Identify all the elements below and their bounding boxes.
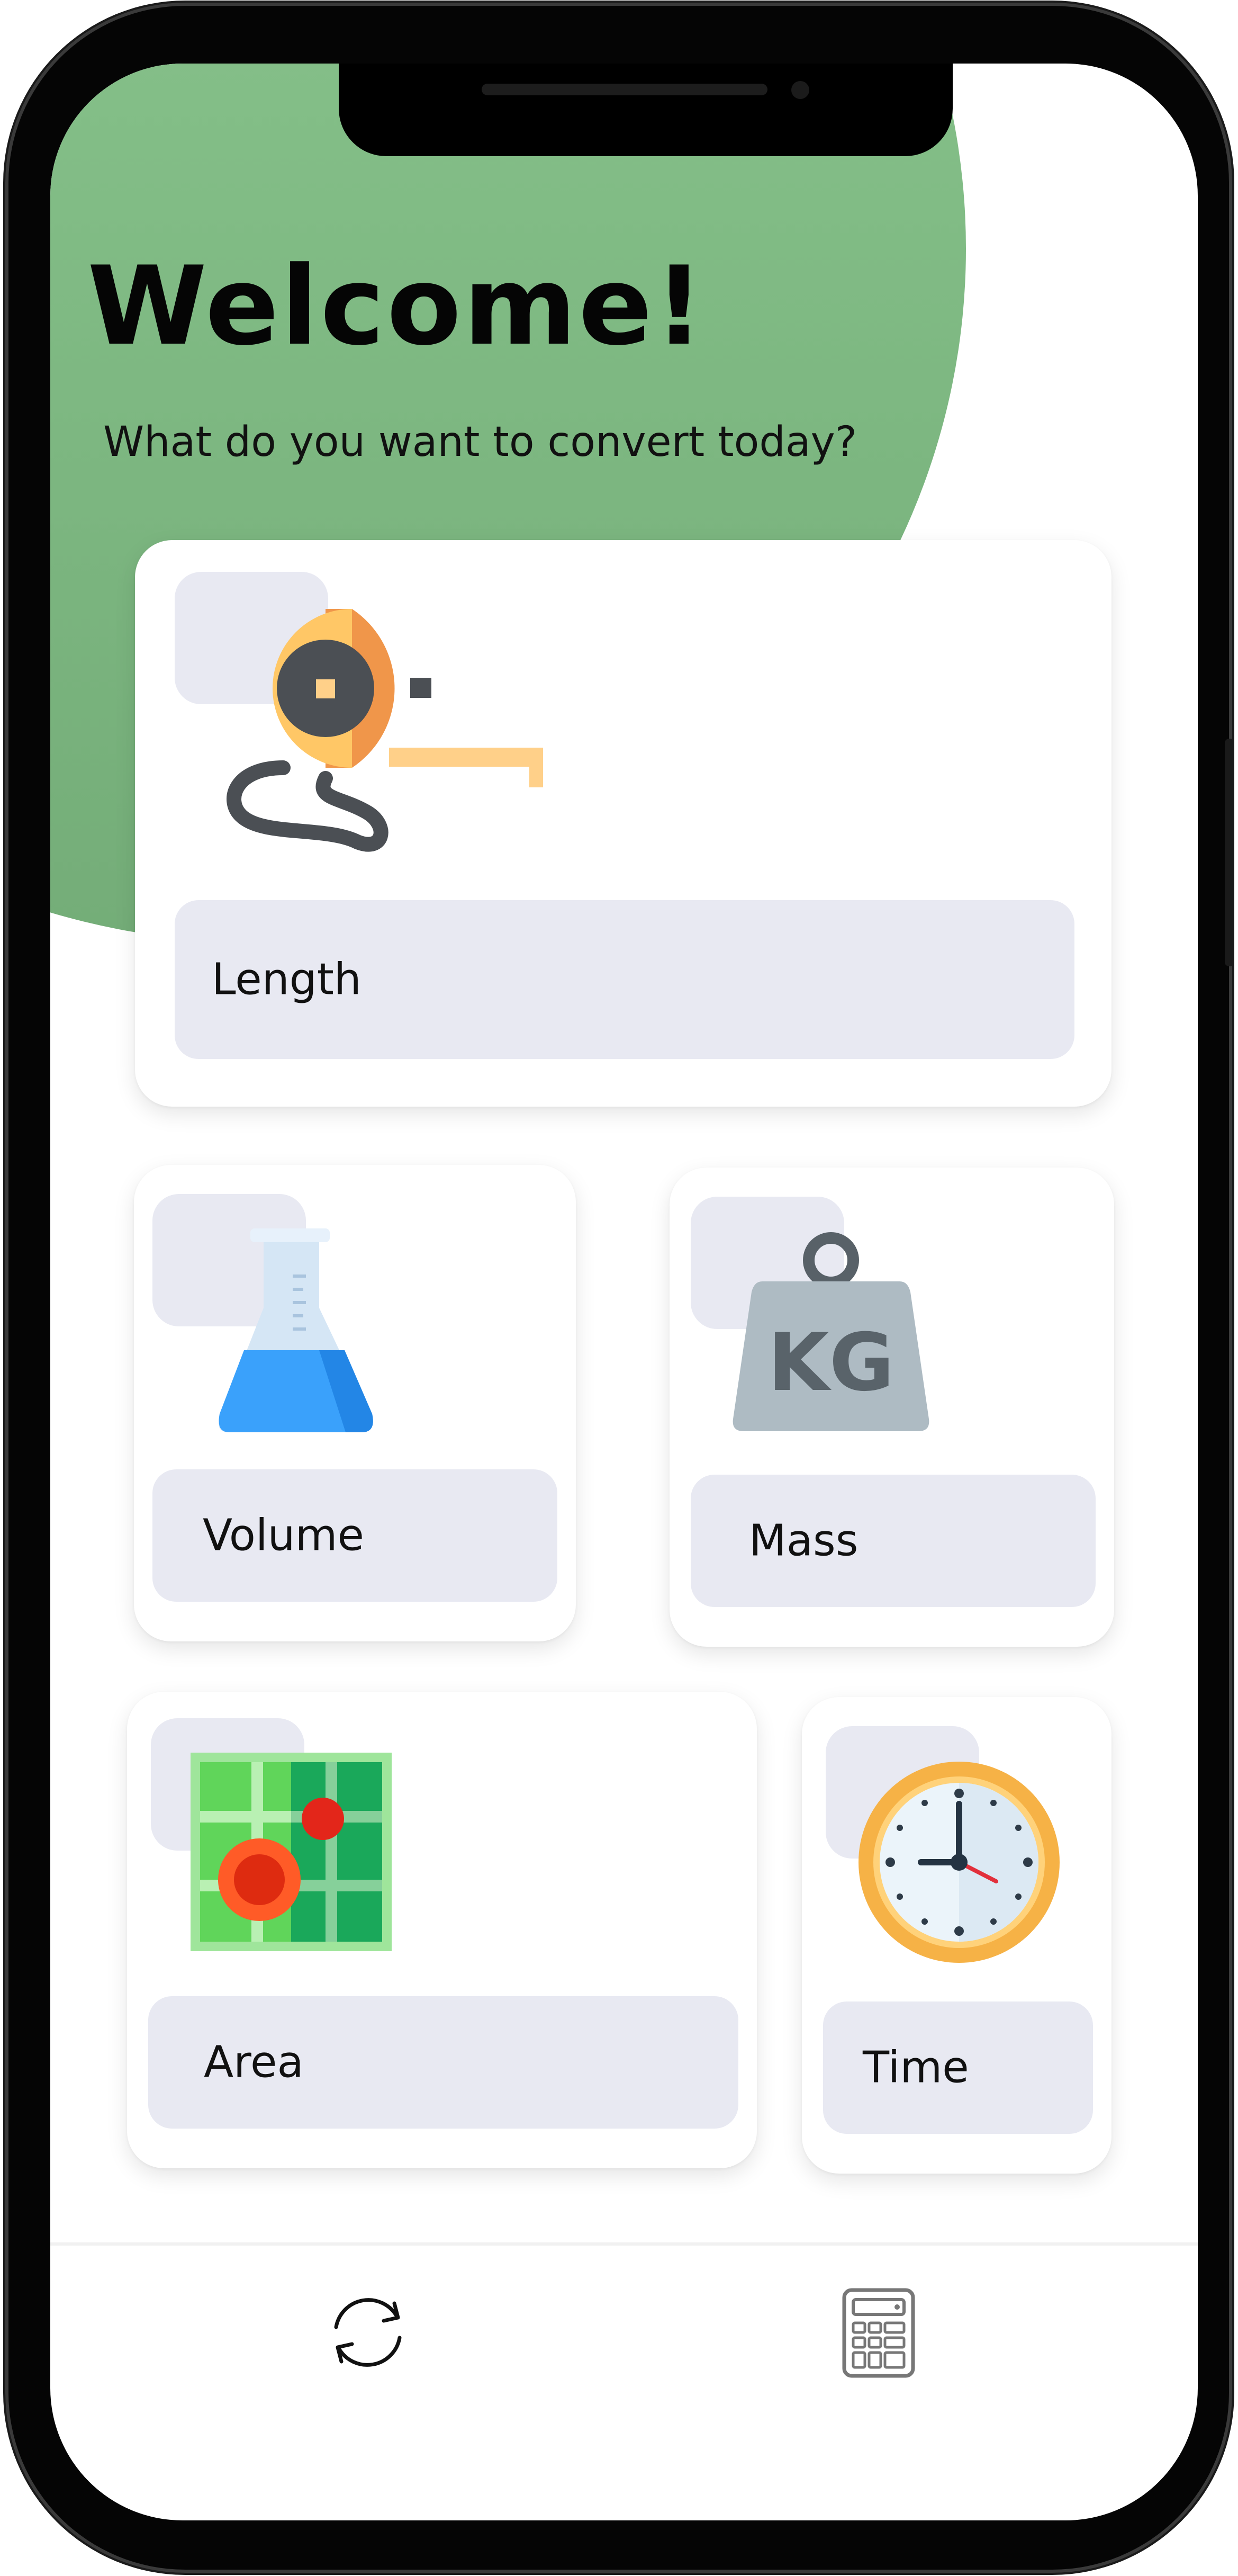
- category-card-volume[interactable]: Volume: [134, 1165, 576, 1641]
- convert-nav-button[interactable]: [320, 2285, 415, 2380]
- svg-text:KG: KG: [767, 1317, 894, 1409]
- category-card-time[interactable]: Time: [802, 1697, 1112, 2174]
- flask-icon: [219, 1228, 373, 1432]
- label-box: Length: [175, 900, 1074, 1059]
- label-box: Area: [148, 1996, 738, 2129]
- category-label-volume: Volume: [203, 1510, 364, 1561]
- label-box: Mass: [691, 1475, 1096, 1607]
- category-label-area: Area: [204, 2037, 304, 2088]
- page-subtitle: What do you want to convert today?: [103, 418, 857, 466]
- category-label-length: Length: [212, 954, 362, 1005]
- convert-refresh-icon: [334, 2298, 402, 2367]
- category-card-area[interactable]: Area: [127, 1692, 757, 2168]
- app-screen: Welcome! What do you want to convert tod…: [50, 64, 1198, 2520]
- category-label-mass: Mass: [749, 1515, 859, 1566]
- bottom-nav-divider: [50, 2242, 1198, 2246]
- category-card-length[interactable]: Length: [135, 540, 1112, 1107]
- category-label-time: Time: [863, 2042, 969, 2093]
- clock-icon: [859, 1762, 1060, 1963]
- label-box: Volume: [152, 1469, 557, 1602]
- label-box: Time: [823, 2001, 1093, 2134]
- notch-camera: [791, 81, 809, 99]
- phone-notch: [339, 64, 953, 156]
- phone-side-button: [1225, 739, 1234, 966]
- map-icon: [191, 1753, 392, 1951]
- notch-speaker: [482, 84, 767, 95]
- page-title: Welcome!: [87, 244, 706, 370]
- kg-weight-icon: KG: [733, 1232, 929, 1431]
- phone-frame: Welcome! What do you want to convert tod…: [5, 3, 1234, 2573]
- category-card-mass[interactable]: KG Mass: [670, 1168, 1114, 1647]
- calculator-nav-button[interactable]: [836, 2285, 921, 2380]
- calculator-icon: [842, 2288, 915, 2378]
- tape-measure-icon: [227, 609, 543, 852]
